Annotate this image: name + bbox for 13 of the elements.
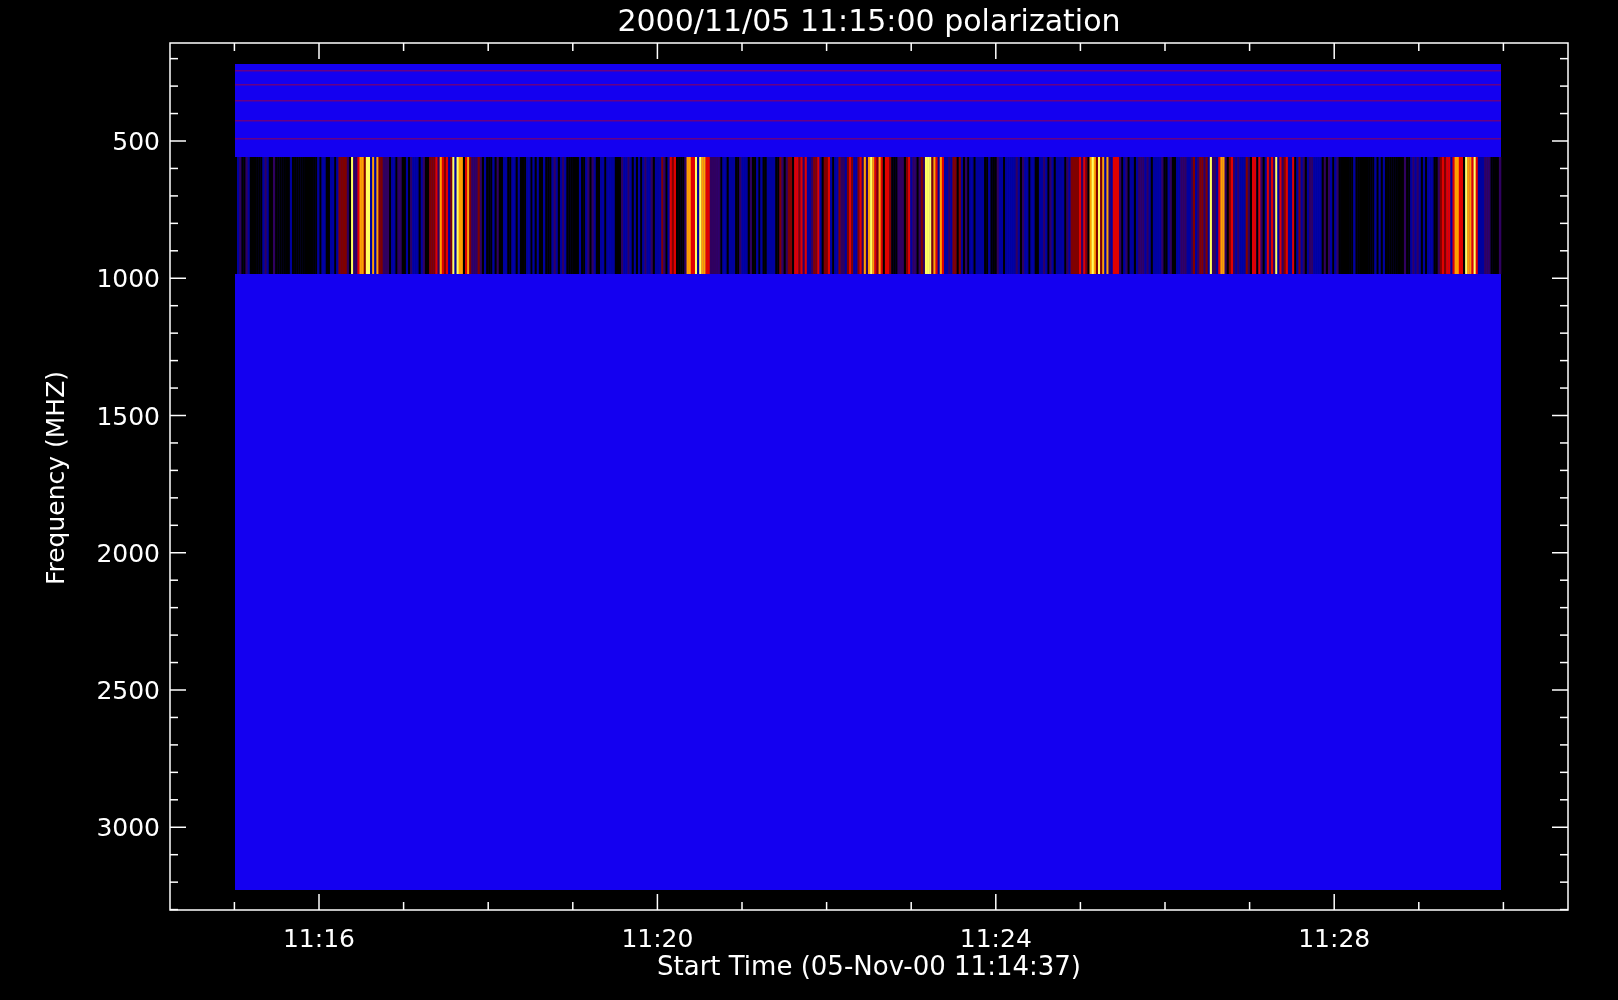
x-tick-label: 11:16	[283, 924, 355, 953]
y-tick-label: 3000	[96, 813, 160, 843]
plot-title: 2000/11/05 11:15:00 polarization	[617, 3, 1121, 38]
x-tick-label: 11:20	[621, 924, 694, 953]
y-tick-label: 2500	[96, 676, 160, 705]
y-tick-label: 2000	[96, 538, 160, 568]
x-axis-label: Start Time (05-Nov-00 11:14:37)	[657, 951, 1081, 981]
y-tick-label: 1000	[96, 264, 160, 294]
x-tick-label: 11:28	[1298, 924, 1371, 953]
y-axis-label: Frequency (MHZ)	[41, 370, 70, 586]
y-tick-label: 500	[112, 127, 160, 156]
y-tick-label: 1500	[96, 401, 160, 431]
x-tick-label: 11:24	[959, 924, 1032, 953]
